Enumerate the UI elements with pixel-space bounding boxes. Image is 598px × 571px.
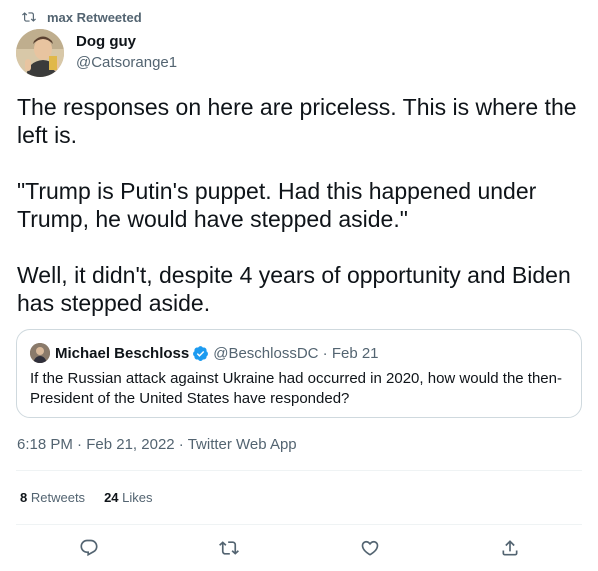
quoted-tweet-header: Michael Beschloss @BeschlossDC · Feb 21: [30, 343, 379, 363]
verified-badge-icon: [192, 345, 209, 362]
retweet-icon: [219, 541, 239, 555]
quoted-tweet-text: If the Russian attack against Ukraine ha…: [30, 370, 562, 407]
author-avatar[interactable]: [16, 29, 64, 77]
retweet-notice[interactable]: max Retweeted: [20, 9, 142, 25]
retweet-icon: [20, 10, 38, 24]
quoted-author-handle-date: @BeschlossDC · Feb 21: [213, 344, 379, 362]
quoted-tweet[interactable]: Michael Beschloss @BeschlossDC · Feb 21 …: [16, 329, 582, 418]
tweet-body: The responses on here are priceless. Thi…: [17, 93, 587, 317]
tweet-timestamp: 6:18 PM · Feb 21, 2022 · Twitter Web App: [17, 436, 297, 453]
retweet-button[interactable]: [214, 533, 244, 563]
tweet-date[interactable]: Feb 21, 2022: [86, 436, 174, 453]
author-name[interactable]: Dog guy: [76, 33, 177, 51]
tweet-stats: 8 Retweets 24 Likes: [20, 490, 172, 505]
tweet-paragraph: The responses on here are priceless. Thi…: [17, 94, 577, 148]
divider: [16, 524, 582, 525]
share-icon: [502, 540, 518, 556]
divider: [16, 470, 582, 471]
share-button[interactable]: [495, 533, 525, 563]
likes-stat[interactable]: 24 Likes: [104, 490, 152, 505]
reply-icon: [80, 539, 98, 557]
likes-count: 24: [104, 490, 119, 505]
tweet-paragraph: "Trump is Putin's puppet. Had this happe…: [17, 178, 537, 232]
retweet-notice-text: max Retweeted: [47, 9, 142, 25]
heart-icon: [361, 540, 379, 556]
tweet-time[interactable]: 6:18 PM: [17, 436, 73, 453]
separator-dot: ·: [174, 436, 188, 453]
retweets-count: 8: [20, 490, 28, 505]
likes-label: Likes: [122, 490, 153, 505]
retweets-label: Retweets: [30, 490, 86, 505]
reply-button[interactable]: [74, 533, 104, 563]
tweet-author[interactable]: Dog guy @Catsorange1: [76, 33, 177, 73]
tweet-actions: [16, 533, 582, 563]
retweets-stat[interactable]: 8 Retweets: [20, 490, 85, 505]
tweet-source[interactable]: Twitter Web App: [188, 436, 297, 453]
tweet-paragraph: Well, it didn't, despite 4 years of oppo…: [17, 262, 571, 316]
author-handle[interactable]: @Catsorange1: [76, 53, 177, 73]
quoted-author-name: Michael Beschloss: [55, 344, 190, 362]
like-button[interactable]: [355, 533, 385, 563]
quoted-author-avatar: [30, 343, 50, 363]
separator-dot: ·: [72, 436, 87, 453]
